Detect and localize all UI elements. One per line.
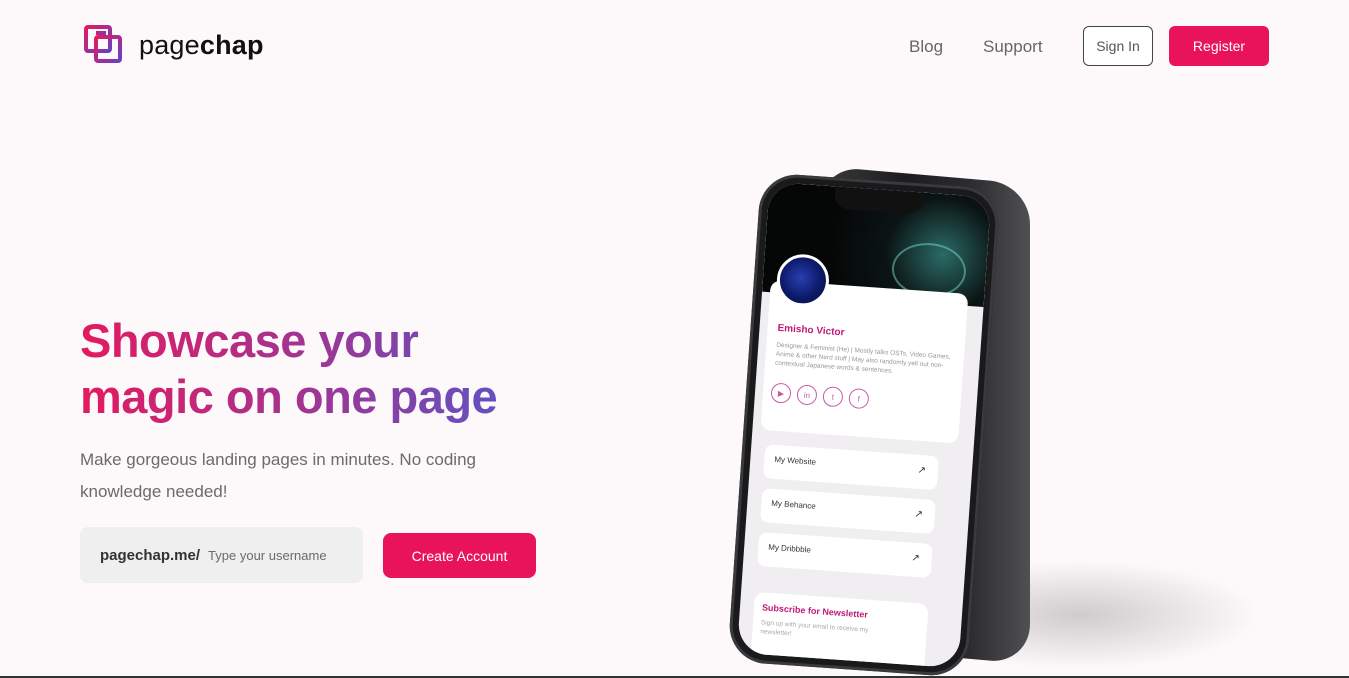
link-card[interactable]: My Website ↗ — [763, 444, 939, 491]
linkedin-icon[interactable]: in — [796, 384, 818, 406]
nav-blog-link[interactable]: Blog — [909, 37, 943, 57]
social-icons: ▶ in t f — [770, 382, 870, 410]
nav-support-link[interactable]: Support — [983, 37, 1043, 57]
newsletter-title: Subscribe for Newsletter — [761, 602, 869, 620]
url-prefix: pagechap.me/ — [100, 546, 201, 564]
link-label: My Behance — [771, 498, 816, 511]
sign-in-button[interactable]: Sign In — [1083, 26, 1153, 66]
link-card[interactable]: My Behance ↗ — [759, 488, 936, 535]
hero-headline: Showcase your magic on one page — [80, 313, 560, 425]
logo-text: pagechap — [139, 29, 264, 60]
link-label: My Website — [774, 454, 817, 467]
logo[interactable]: pagechap — [84, 25, 264, 65]
username-input[interactable] — [206, 546, 351, 564]
newsletter-subtext: Sign up with your email to receive my ne… — [760, 619, 869, 638]
twitter-icon[interactable]: t — [822, 386, 844, 408]
phone-screen: Emisho Victor Designer & Feminist (He) |… — [736, 181, 992, 669]
phone-mockup: Emisho Victor Designer & Feminist (He) |… — [727, 172, 1001, 678]
register-button[interactable]: Register — [1169, 26, 1269, 66]
newsletter-card: Subscribe for Newsletter Sign up with yo… — [750, 591, 929, 669]
arrow-up-right-icon: ↗ — [917, 464, 927, 477]
link-label: My Dribbble — [767, 542, 812, 555]
arrow-up-right-icon: ↗ — [911, 552, 921, 565]
create-account-button[interactable]: Create Account — [383, 533, 536, 578]
profile-name: Emisho Victor — [777, 322, 845, 339]
hero-subtext: Make gorgeous landing pages in minutes. … — [80, 450, 476, 501]
youtube-icon[interactable]: ▶ — [770, 382, 792, 404]
profile-bio: Designer & Feminist (He) | Mostly talks … — [774, 341, 951, 375]
headline-line-1: Showcase your — [80, 314, 419, 367]
pagechap-logo-icon — [84, 25, 122, 63]
link-card[interactable]: My Dribbble ↗ — [756, 531, 933, 579]
arrow-up-right-icon: ↗ — [914, 508, 924, 521]
profile-card: Emisho Victor Designer & Feminist (He) |… — [760, 280, 969, 444]
headline-line-2: magic on one page — [80, 370, 498, 423]
username-field[interactable]: pagechap.me/ — [80, 527, 363, 583]
facebook-icon[interactable]: f — [848, 387, 870, 410]
